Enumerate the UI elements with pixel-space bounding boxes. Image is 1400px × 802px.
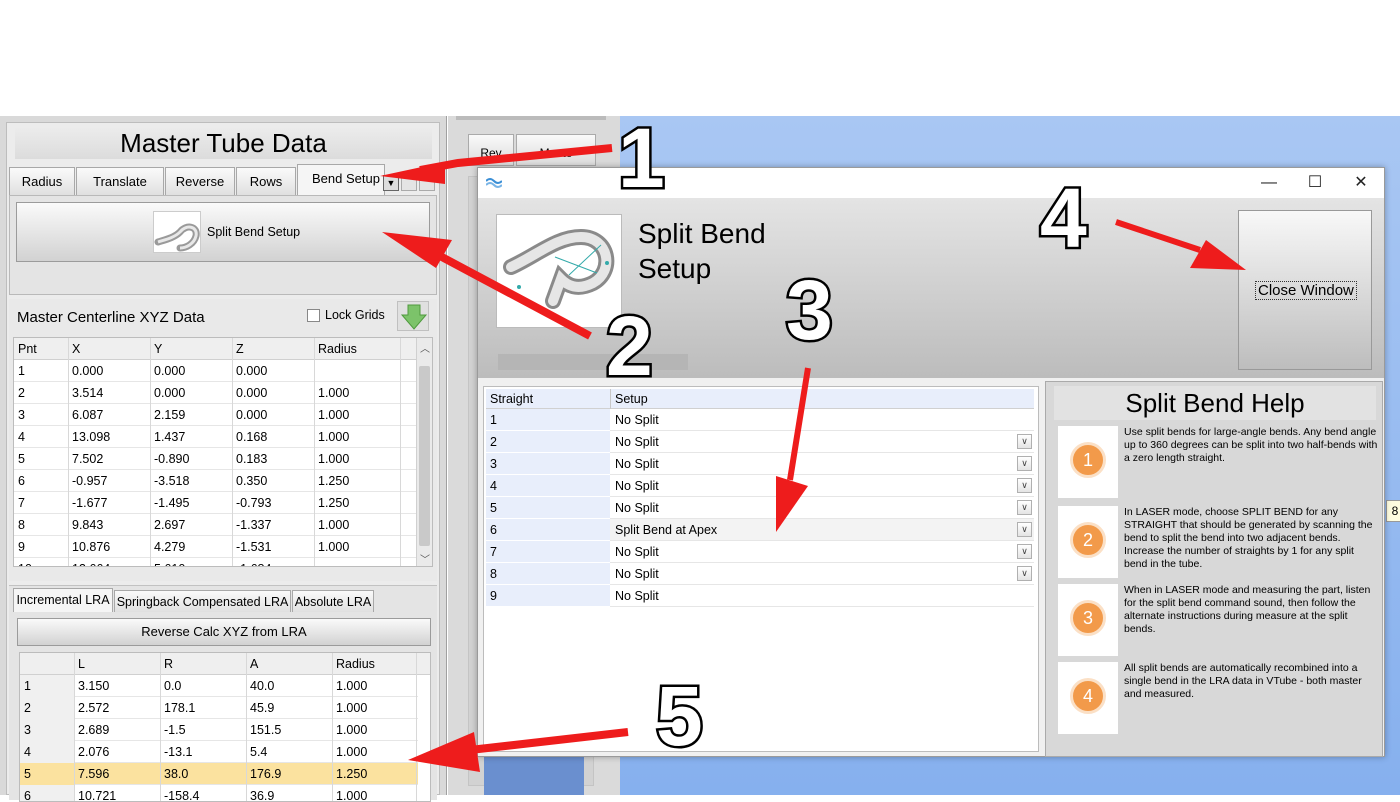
annotation-3: 3 — [784, 261, 836, 360]
annotation-1: 1 — [616, 109, 668, 208]
annotation-4: 4 — [1038, 169, 1090, 268]
annotation-5: 5 — [654, 667, 706, 766]
arrow-1-head — [380, 162, 445, 184]
annotation-2: 2 — [604, 297, 656, 396]
arrow-2-head — [382, 232, 452, 268]
arrow-2 — [438, 252, 592, 340]
arrow-5 — [469, 728, 629, 754]
arrow-1 — [419, 144, 613, 174]
arrow-4 — [1115, 219, 1201, 253]
arrow-3-head — [776, 476, 808, 532]
arrow-5-head — [408, 732, 480, 772]
arrow-3 — [787, 367, 811, 481]
arrow-4-head — [1190, 240, 1246, 270]
